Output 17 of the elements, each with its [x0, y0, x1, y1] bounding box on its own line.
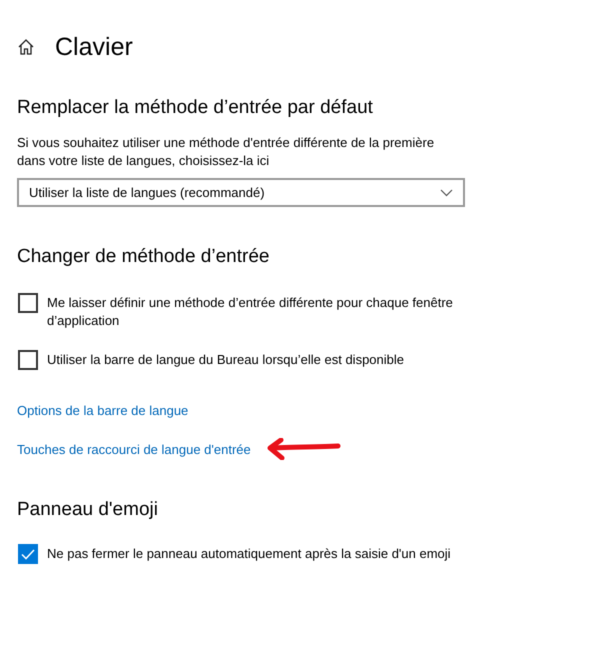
section-heading: Panneau d'emoji [17, 498, 159, 522]
description-text: Si vous souhaitez utiliser une méthode d'entrée différente de la première dans votre liste de langues, choisissez-la ici [17, 134, 436, 170]
checkbox-label: Ne pas fermer le panneau automatiquement après la saisie d'un emoji [47, 545, 452, 563]
checkbox-label: Utiliser la barre de langue du Bureau lorsqu’elle est disponible [47, 351, 405, 369]
dropdown[interactable]: Utiliser la liste de langues (recommandé) [17, 178, 465, 207]
settings-link[interactable]: Touches de raccourci de langue d'entrée [17, 442, 251, 456]
checkmark-icon [21, 548, 35, 560]
checkbox[interactable] [18, 293, 38, 313]
home-icon[interactable] [17, 38, 35, 56]
page-title: Clavier [55, 32, 133, 62]
checkbox-label: Me laisser définir une méthode d’entrée différente pour chaque fenêtre d’application [47, 294, 454, 330]
checkbox[interactable] [18, 350, 38, 370]
checkbox[interactable] [18, 544, 38, 564]
settings-link[interactable]: Options de la barre de langue [17, 403, 188, 418]
chevron-icon [440, 188, 453, 196]
section-heading: Changer de méthode d’entrée [17, 245, 270, 269]
section-heading: Remplacer la méthode d’entrée par défaut [17, 96, 374, 120]
